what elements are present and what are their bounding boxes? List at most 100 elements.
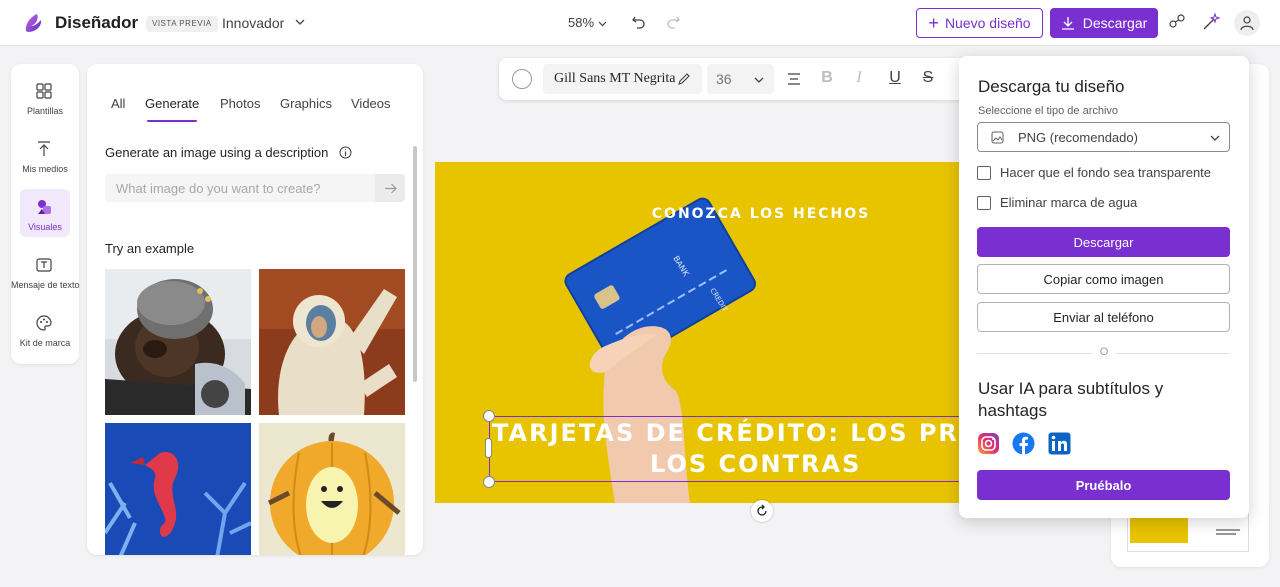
rail-item-text[interactable]: Mensaje de texto	[11, 252, 80, 302]
transparent-background-label: Hacer que el fondo sea transparente	[1000, 165, 1212, 180]
try-example-title: Try an example	[105, 241, 195, 256]
download-icon	[1061, 17, 1074, 30]
download-label: Descargar	[1082, 15, 1148, 31]
chevron-down-icon	[1210, 135, 1220, 141]
new-design-label: Nuevo diseño	[944, 15, 1031, 31]
rail-item-label: Plantillas	[26, 106, 64, 116]
font-family-label: Gill Sans MT Negrita	[554, 71, 676, 86]
zoom-chevron-icon[interactable]	[598, 19, 607, 28]
app-title: Diseñador	[55, 13, 139, 32]
rail-item-label: Visuales	[28, 222, 62, 232]
undo-icon[interactable]	[631, 14, 647, 30]
preview-badge: VISTA PREVIA	[146, 16, 218, 32]
or-separator: O	[1099, 346, 1109, 358]
file-type-select[interactable]: PNG (recomendado)	[977, 122, 1230, 152]
resize-handle-bottom-left[interactable]	[483, 476, 495, 488]
divider-right	[1116, 353, 1230, 354]
tab-all[interactable]: All	[111, 96, 125, 111]
linkedin-icon[interactable]	[1048, 432, 1071, 455]
top-bar: Diseñador VISTA PREVIA Innovador 58% + N…	[0, 0, 1280, 46]
pencil-icon	[678, 73, 690, 85]
generate-title: Generate an image using a description	[105, 145, 329, 160]
avatar[interactable]	[1234, 10, 1260, 36]
download-popover: Descarga tu diseño Seleccione el tipo de…	[959, 56, 1249, 518]
plus-icon: +	[928, 13, 939, 33]
palette-icon	[36, 315, 52, 331]
text-color-picker[interactable]	[512, 69, 532, 89]
rail-item-label: Mis medios	[22, 164, 68, 174]
tab-photos[interactable]: Photos	[220, 96, 260, 111]
magic-icon[interactable]	[1201, 12, 1221, 32]
ai-captions-title: Usar IA para subtítulos y hashtags	[978, 379, 1164, 420]
example-astronaut[interactable]	[259, 269, 405, 415]
facebook-icon[interactable]	[1012, 432, 1035, 455]
rail-item-label: Mensaje de texto	[11, 280, 80, 290]
image-icon	[991, 131, 1004, 144]
file-type-value: PNG (recomendado)	[1018, 130, 1138, 145]
zoom-level[interactable]: 58%	[568, 15, 594, 30]
text-toolbar: Gill Sans MT Negrita 36 B I U S	[499, 58, 969, 100]
example-bear-helmet[interactable]	[105, 269, 251, 415]
active-tab-indicator	[147, 120, 197, 122]
tab-videos[interactable]: Videos	[351, 96, 391, 111]
transparent-background-checkbox[interactable]	[977, 166, 991, 180]
underline-button[interactable]: U	[886, 69, 904, 87]
resize-handle-left[interactable]	[485, 438, 492, 458]
plan-selector[interactable]: Innovador	[222, 15, 284, 31]
panel-scrollbar[interactable]	[413, 146, 417, 382]
share-icon[interactable]	[1167, 12, 1187, 32]
align-center-icon[interactable]	[785, 70, 803, 88]
tab-generate[interactable]: Generate	[145, 96, 199, 111]
example-seahorse[interactable]	[105, 423, 251, 555]
text-selection-box[interactable]	[489, 416, 979, 482]
copy-as-image-button[interactable]: Copiar como imagen	[977, 264, 1230, 294]
file-type-label: Seleccione el tipo de archivo	[978, 105, 1119, 117]
info-icon[interactable]	[339, 146, 352, 159]
remove-watermark-checkbox[interactable]	[977, 196, 991, 210]
designer-logo-icon[interactable]	[22, 11, 46, 35]
new-design-button[interactable]: + Nuevo diseño	[916, 8, 1043, 38]
rail-item-visuals[interactable]: Visuales	[11, 194, 79, 244]
chevron-down-icon[interactable]	[294, 16, 306, 28]
rail-item-templates[interactable]: Plantillas	[11, 78, 79, 128]
rail-item-brand-kit[interactable]: Kit de marca	[11, 310, 79, 360]
canvas-kicker-text[interactable]: CONOZCA LOS HECHOS	[435, 206, 975, 222]
font-size-selector[interactable]: 36	[707, 64, 774, 94]
rail-item-my-media[interactable]: Mis medios	[11, 136, 79, 186]
visuals-icon	[38, 200, 51, 214]
font-family-selector[interactable]: Gill Sans MT Negrita	[543, 64, 702, 94]
arrow-right-icon	[384, 183, 397, 193]
example-pumpkin[interactable]	[259, 423, 405, 555]
rotate-icon	[757, 504, 767, 516]
redo-icon[interactable]	[665, 14, 681, 30]
remove-watermark-label: Eliminar marca de agua	[1000, 195, 1138, 210]
visuals-panel: All Generate Photos Graphics Videos Gene…	[87, 64, 423, 555]
bear-helmet-image	[105, 269, 251, 415]
download-confirm-button[interactable]: Descargar	[977, 227, 1230, 257]
try-it-button[interactable]: Pruébalo	[977, 470, 1230, 500]
generate-send-button[interactable]	[375, 174, 405, 202]
templates-icon	[36, 83, 52, 99]
instagram-icon[interactable]	[977, 432, 1000, 455]
strikethrough-button[interactable]: S	[919, 69, 937, 87]
rotate-handle[interactable]	[751, 500, 773, 522]
download-button[interactable]: Descargar	[1050, 8, 1158, 38]
upload-icon	[38, 141, 50, 156]
tab-graphics[interactable]: Graphics	[280, 96, 332, 111]
prompt-input[interactable]	[105, 174, 405, 202]
bold-button[interactable]: B	[818, 69, 836, 87]
seahorse-image	[105, 423, 251, 555]
person-icon	[1240, 16, 1254, 31]
download-popover-title: Descarga tu diseño	[978, 77, 1125, 96]
pumpkin-image	[259, 423, 405, 555]
divider-left	[977, 353, 1092, 354]
chevron-down-icon	[754, 77, 764, 83]
resize-handle-top-left[interactable]	[483, 410, 495, 422]
text-icon	[36, 258, 52, 272]
send-to-phone-button[interactable]: Enviar al teléfono	[977, 302, 1230, 332]
font-size-label: 36	[716, 71, 732, 87]
rail-item-label: Kit de marca	[19, 338, 71, 348]
astronaut-image	[259, 269, 405, 415]
left-rail: Plantillas Mis medios Visuales Mensaje d…	[11, 64, 80, 364]
italic-button[interactable]: I	[850, 69, 868, 87]
